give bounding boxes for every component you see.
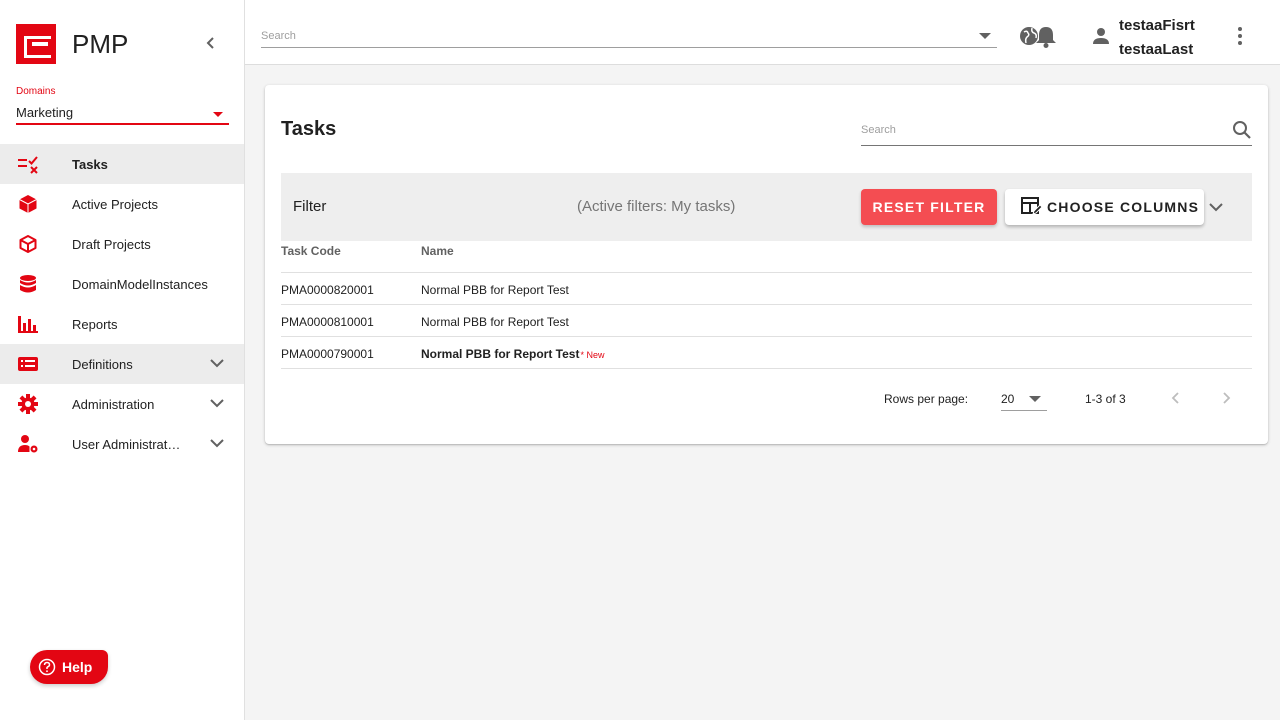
sidebar-nav: Tasks Active Projects Draft Projects Dom… — [0, 144, 244, 464]
columns-edit-icon — [1021, 197, 1043, 215]
user-last-name: testaaLast — [1119, 41, 1194, 58]
sidebar-item-label: Active Projects — [72, 196, 158, 212]
column-header-task-code[interactable]: Task Code — [281, 244, 341, 258]
globe-notification-icon[interactable] — [1019, 24, 1059, 48]
task-name-cell: Normal PBB for Report Test — [421, 347, 580, 361]
sidebar: PMP Domains Marketing Tasks Active Proje… — [0, 0, 245, 720]
cube-outline-icon — [19, 235, 37, 253]
caret-down-icon — [1029, 395, 1041, 402]
choose-columns-label: CHOOSE COLUMNS — [1047, 199, 1200, 215]
task-code-cell: PMA0000820001 — [281, 283, 374, 297]
help-button[interactable]: Help — [30, 650, 108, 684]
gear-icon — [18, 394, 38, 414]
cube-filled-icon — [19, 195, 37, 213]
reset-filter-button[interactable]: RESET FILTER — [861, 189, 997, 225]
tasks-search-input[interactable] — [861, 124, 1201, 136]
app-name: PMP — [72, 28, 129, 59]
active-filters-text: (Active filters: My tasks) — [577, 198, 736, 215]
task-name-cell: Normal PBB for Report Test — [421, 283, 569, 297]
brand: PMP — [16, 24, 128, 64]
table-row[interactable]: PMA0000820001 Normal PBB for Report Test — [281, 273, 1252, 305]
sidebar-item-definitions[interactable]: Definitions — [0, 344, 244, 384]
column-header-name[interactable]: Name — [421, 244, 454, 258]
new-badge: * New — [580, 350, 605, 360]
next-page-icon[interactable] — [1216, 388, 1236, 408]
sidebar-item-label: User Administrat… — [72, 436, 181, 452]
rows-per-page-label: Rows per page: — [884, 392, 969, 406]
chevron-down-icon — [210, 359, 224, 368]
domains-selector: Domains Marketing — [16, 86, 229, 125]
help-label: Help — [62, 659, 93, 675]
sidebar-item-domain-model-instances[interactable]: DomainModelInstances — [0, 264, 244, 304]
tasks-search — [861, 115, 1252, 146]
sidebar-item-label: DomainModelInstances — [72, 276, 208, 292]
chevron-down-icon — [210, 399, 224, 408]
task-name-cell-wrapper: Normal PBB for Report Test* New — [421, 347, 604, 361]
table-row[interactable]: PMA0000790001 Normal PBB for Report Test… — [281, 337, 1252, 369]
domains-selected-value: Marketing — [16, 104, 74, 120]
database-icon — [20, 275, 36, 293]
task-name-cell: Normal PBB for Report Test — [421, 315, 569, 329]
rows-per-page-select[interactable]: 20 — [1001, 387, 1047, 411]
tasks-icon — [18, 156, 38, 174]
choose-columns-button[interactable]: CHOOSE COLUMNS — [1005, 189, 1204, 225]
sidebar-item-label: Reports — [72, 316, 118, 332]
user-gear-icon — [18, 435, 38, 453]
app-logo — [16, 24, 56, 64]
user-first-name: testaaFisrt — [1119, 17, 1195, 34]
global-search — [261, 24, 997, 48]
filter-bar: Filter (Active filters: My tasks) RESET … — [281, 173, 1252, 241]
page-title: Tasks — [281, 118, 337, 140]
sidebar-item-active-projects[interactable]: Active Projects — [0, 184, 244, 224]
sidebar-item-label: Draft Projects — [72, 236, 151, 252]
table-row[interactable]: PMA0000810001 Normal PBB for Report Test — [281, 305, 1252, 337]
help-circle-icon — [38, 658, 56, 676]
caret-down-icon[interactable] — [979, 32, 991, 39]
caret-down-icon — [213, 111, 223, 117]
more-vert-icon[interactable] — [1231, 24, 1249, 48]
sidebar-item-administration[interactable]: Administration — [0, 384, 244, 424]
chevron-left-icon — [206, 37, 214, 49]
top-bar: testaaFisrt testaaLast — [245, 0, 1280, 65]
search-icon[interactable] — [1232, 120, 1252, 140]
pagination: Rows per page: 20 1-3 of 3 — [281, 381, 1252, 417]
user-icon — [1093, 28, 1109, 44]
bar-chart-icon — [18, 316, 38, 333]
task-code-cell: PMA0000790001 — [281, 347, 374, 361]
sidebar-item-label: Administration — [72, 396, 155, 412]
tasks-card: Tasks Filter (Active filters: My tasks) … — [265, 85, 1268, 444]
filter-label: Filter — [293, 198, 327, 215]
sidebar-item-tasks[interactable]: Tasks — [0, 144, 244, 184]
user-name[interactable]: testaaFisrt testaaLast — [1119, 14, 1195, 62]
chevron-down-icon — [210, 439, 224, 448]
chevron-down-icon[interactable] — [1206, 197, 1226, 217]
sidebar-item-label: Tasks — [72, 156, 108, 172]
page-range-text: 1-3 of 3 — [1085, 392, 1126, 406]
tasks-table: Task Code Name PMA0000820001 Normal PBB … — [281, 241, 1252, 369]
global-search-input[interactable] — [261, 29, 861, 42]
sidebar-item-reports[interactable]: Reports — [0, 304, 244, 344]
previous-page-icon[interactable] — [1166, 388, 1186, 408]
domains-label: Domains — [16, 86, 56, 97]
collapse-sidebar-button[interactable] — [200, 32, 222, 54]
sidebar-item-label: Definitions — [72, 356, 133, 372]
rows-per-page-value: 20 — [1001, 391, 1015, 406]
task-code-cell: PMA0000810001 — [281, 315, 374, 329]
sidebar-item-draft-projects[interactable]: Draft Projects — [0, 224, 244, 264]
sidebar-item-user-administration[interactable]: User Administrat… — [0, 424, 244, 464]
domains-select[interactable]: Marketing — [16, 101, 229, 125]
list-card-icon — [18, 357, 38, 371]
table-header: Task Code Name — [281, 241, 1252, 273]
